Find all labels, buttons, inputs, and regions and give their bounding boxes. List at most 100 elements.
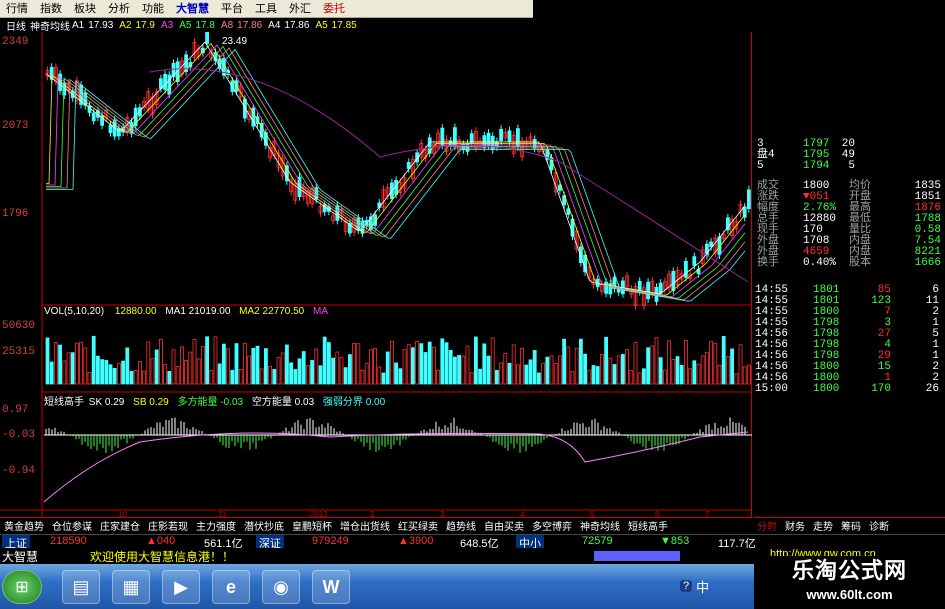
side-tab[interactable]: 分时 <box>753 518 781 533</box>
book-side: 5 <box>757 160 764 172</box>
volume-bar <box>604 336 608 385</box>
taskbar-ie-button[interactable]: e <box>212 570 250 604</box>
side-tab[interactable]: 筹码 <box>837 518 865 533</box>
volume-bar <box>66 352 71 385</box>
volume-bar <box>478 368 483 385</box>
volume-bar <box>129 370 134 385</box>
volume-bar <box>154 349 159 385</box>
volume-bar <box>356 343 361 385</box>
taskbar-files-button[interactable]: ▦ <box>112 570 150 604</box>
volume-bar <box>440 338 445 385</box>
zx-change: ▼853 <box>660 535 690 547</box>
indicator-tab[interactable]: 自由买卖 <box>480 518 528 533</box>
divide-value: 0.00 <box>365 397 386 408</box>
volume-bar <box>142 370 147 385</box>
ind-low-label: -0.94 <box>2 465 36 477</box>
menu-item[interactable]: 行情 <box>0 0 34 18</box>
menu-item[interactable]: 工具 <box>249 0 283 18</box>
indicator-tab[interactable]: 黄金趋势 <box>0 518 48 533</box>
quote-label: 换手 <box>757 257 779 269</box>
chart-area[interactable]: 2349 2073 1796 23.49 VOL(5,10,20) 12880.… <box>0 26 752 519</box>
start-button[interactable]: ⊞ <box>2 570 42 604</box>
volume-bar <box>163 364 168 385</box>
windows-logo-icon: ⊞ <box>15 579 29 596</box>
short-energy-label: 空方能量 <box>251 397 292 408</box>
watermark-url: www.60lt.com <box>806 587 893 602</box>
menu-item[interactable]: 外汇 <box>283 0 317 18</box>
ticker-app-name: 大智慧 <box>2 550 39 564</box>
indicator-tab[interactable]: 短线高手 <box>624 518 672 533</box>
menu-item[interactable]: 大智慧 <box>170 0 215 18</box>
volume-bar <box>179 346 184 385</box>
candle <box>747 189 751 210</box>
a2-value: 17.9 <box>135 19 155 31</box>
volume-bar <box>717 364 722 385</box>
indicator-tab[interactable]: 庄影若现 <box>144 518 192 533</box>
volume-bar <box>490 337 495 385</box>
volume-bar <box>671 359 676 385</box>
volume-bar <box>705 351 709 385</box>
short-energy-value: 0.03 <box>294 397 315 408</box>
help-icon[interactable]: ? <box>680 580 693 592</box>
volume-bar <box>696 363 701 385</box>
volume-bar <box>608 357 613 385</box>
volume-bar <box>524 364 529 385</box>
ma2-label: MA2 <box>239 306 260 317</box>
a8-value: 17.86 <box>237 19 263 31</box>
trade-vol: 170 <box>871 383 891 395</box>
volume-bar <box>667 340 671 385</box>
side-tab[interactable]: 诊断 <box>865 518 893 533</box>
indicator-tab[interactable]: 主力强度 <box>192 518 240 533</box>
indicator-tab[interactable]: 多空博弈 <box>528 518 576 533</box>
volume-bar <box>137 361 142 385</box>
period-label[interactable]: 日线 <box>6 18 26 33</box>
indicator-line <box>43 431 749 503</box>
trade-count: 26 <box>925 383 939 395</box>
sk-label: SK <box>88 397 103 408</box>
menu-item[interactable]: 委托 <box>317 0 351 18</box>
ime-indicator[interactable]: 中 <box>696 577 709 596</box>
taskbar-explorer-button[interactable]: ▤ <box>62 570 100 604</box>
indicator-tab[interactable]: 庄家建仓 <box>96 518 144 533</box>
volume-bar <box>196 358 201 385</box>
taskbar-app-button[interactable]: ◉ <box>262 570 300 604</box>
volume-bar <box>263 348 268 385</box>
volume-bar <box>650 345 655 385</box>
indicator-tab[interactable]: 红买绿卖 <box>394 518 442 533</box>
a3-label: A3 <box>160 19 174 31</box>
volume-bar <box>108 364 113 385</box>
volume-bar <box>398 368 403 385</box>
menu-bar: 行情 指数 板块 分析 功能 大智慧 平台 工具 外汇 委托 <box>0 0 533 18</box>
volume-bar <box>272 369 277 385</box>
volume-bar <box>339 357 344 385</box>
ma2-value: 22770.50 <box>262 306 305 317</box>
price-low-label: 1796 <box>2 208 29 220</box>
indicator-tab[interactable]: 仓位参谋 <box>48 518 96 533</box>
volume-bar <box>595 366 600 385</box>
side-tab[interactable]: 走势 <box>809 518 837 533</box>
menu-item[interactable]: 平台 <box>215 0 249 18</box>
a1-label: A1 <box>72 19 85 31</box>
volume-bar <box>112 367 117 385</box>
taskbar-mediaplayer-button[interactable]: ▶ <box>162 570 200 604</box>
chart-canvas[interactable] <box>0 26 752 517</box>
indicator-tab[interactable]: 增仓出货线 <box>336 518 394 533</box>
volume-bar <box>221 343 226 385</box>
indicator-tab[interactable]: 趋势线 <box>442 518 480 533</box>
volume-bar <box>238 369 243 385</box>
volume-bar <box>200 346 205 385</box>
book-price: 1794 <box>803 160 830 172</box>
side-tab[interactable]: 财务 <box>781 518 809 533</box>
indicator-tab[interactable]: 皇鹏短杯 <box>288 518 336 533</box>
volume-bar <box>91 335 96 385</box>
taskbar-word-button[interactable]: W <box>312 570 350 604</box>
menu-item[interactable]: 功能 <box>136 0 170 18</box>
ma-long-line <box>149 68 749 283</box>
indicator-tab[interactable]: 潜伏抄底 <box>240 518 288 533</box>
volume-bar <box>625 349 629 385</box>
menu-item[interactable]: 分析 <box>102 0 136 18</box>
volume-bar <box>45 337 50 385</box>
menu-item[interactable]: 指数 <box>34 0 68 18</box>
indicator-tab[interactable]: 神奇均线 <box>576 518 624 533</box>
menu-item[interactable]: 板块 <box>68 0 102 18</box>
